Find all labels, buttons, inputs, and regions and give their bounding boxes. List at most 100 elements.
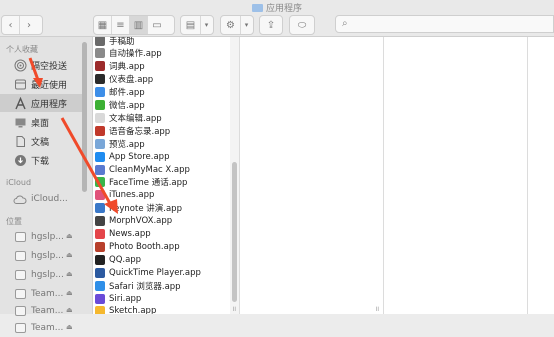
eject-icon[interactable]: ⏏	[66, 251, 73, 259]
toolbar: 应用程序 ‹ › ▦ ≡ ▥ ▭ ▤ ▾ ⚙ ▾ ⇪ ⬭ ⌕	[0, 0, 554, 37]
sidebar-item-documents[interactable]: 文稿	[0, 132, 82, 150]
share-button[interactable]: ⇪	[259, 15, 283, 35]
sidebar-item-label: Team...	[31, 306, 64, 316]
group-dropdown[interactable]: ▾	[201, 16, 212, 34]
action-button[interactable]: ⚙	[221, 16, 241, 34]
forward-button[interactable]: ›	[20, 16, 38, 34]
file-name: 预览.app	[109, 139, 145, 150]
eject-icon[interactable]: ⏏	[66, 323, 73, 331]
empty-column	[240, 37, 384, 314]
group-menu[interactable]: ▤ ▾	[180, 15, 214, 35]
search-field[interactable]: ⌕	[335, 15, 554, 33]
file-row[interactable]: 微信.app	[95, 99, 145, 112]
sidebar-item-desktop[interactable]: 桌面	[0, 113, 82, 131]
sidebar-scrollbar[interactable]	[82, 42, 87, 192]
sidebar-item-location[interactable]: Team... ⏏	[0, 302, 82, 320]
file-row[interactable]: Photo Booth.app	[95, 240, 180, 253]
file-row[interactable]: FaceTime 通话.app	[95, 176, 187, 189]
sidebar-item-icloud-drive[interactable]: iCloud...	[0, 190, 82, 208]
eject-icon[interactable]: ⏏	[66, 289, 73, 297]
file-row[interactable]: Siri.app	[95, 292, 141, 305]
back-button[interactable]: ‹	[2, 16, 20, 34]
column-resize-handle[interactable]: ॥	[232, 305, 236, 314]
chevron-down-icon: ▾	[204, 21, 209, 29]
applications-column: 手稿助自动操作.app 词典.app 仪表盘.app 邮件.app 微信.app 文本编辑…	[93, 37, 231, 314]
file-row[interactable]: News.app	[95, 228, 151, 241]
view-mode-switcher: ▦ ≡ ▥ ▭	[93, 15, 175, 35]
file-row[interactable]: QuickTime Player.app	[95, 266, 201, 279]
file-row[interactable]: 手稿助	[95, 37, 135, 47]
file-row[interactable]: 语音备忘录.app	[95, 124, 170, 137]
group-icon: ▤	[185, 19, 196, 31]
file-row[interactable]: 词典.app	[95, 60, 145, 73]
app-icon	[95, 241, 105, 252]
file-name: 自动操作.app	[109, 49, 162, 60]
file-row[interactable]: App Store.app	[95, 150, 169, 163]
sidebar-item-recents[interactable]: 最近使用	[0, 75, 82, 93]
file-row[interactable]: Keynote 讲演.app	[95, 202, 182, 215]
file-row[interactable]: 文本编辑.app	[95, 111, 162, 124]
app-icon	[95, 177, 105, 188]
eject-icon[interactable]: ⏏	[66, 270, 73, 278]
file-name: Keynote 讲演.app	[109, 204, 182, 215]
eject-icon[interactable]: ⏏	[66, 232, 73, 240]
chevron-right-icon: ›	[27, 19, 31, 31]
sidebar-item-label: Team...	[31, 289, 64, 299]
sidebar-item-location[interactable]: Team... ⏏	[0, 319, 82, 337]
file-row[interactable]: QQ.app	[95, 253, 141, 266]
app-icon	[95, 74, 105, 85]
sidebar-item-location[interactable]: hgslp... ⏏	[0, 228, 82, 246]
file-name: Sketch.app	[109, 306, 157, 314]
file-name: 词典.app	[109, 62, 145, 73]
list-view-button[interactable]: ≡	[112, 16, 130, 34]
column-view-button[interactable]: ▥	[130, 16, 148, 34]
tags-button[interactable]: ⬭	[289, 15, 315, 35]
file-name: iTunes.app	[109, 190, 155, 201]
column-scrollbar[interactable]: ॥	[230, 37, 240, 314]
file-row[interactable]: 自动操作.app	[95, 47, 162, 60]
sidebar-item-location[interactable]: Team... ⏏	[0, 285, 82, 303]
sidebar: 个人收藏 隔空投送 最近使用 应用程序 桌面 文稿 下载 iCloud iClo…	[0, 37, 93, 333]
file-row[interactable]: MorphVOX.app	[95, 215, 172, 228]
file-row[interactable]: 仪表盘.app	[95, 73, 153, 86]
sidebar-item-label: 桌面	[31, 118, 50, 129]
app-icon	[95, 254, 105, 265]
group-button[interactable]: ▤	[181, 16, 201, 34]
file-row[interactable]: iTunes.app	[95, 189, 154, 202]
file-row[interactable]: Safari 浏览器.app	[95, 279, 181, 292]
file-name: Siri.app	[109, 293, 142, 304]
drive-icon	[14, 251, 26, 261]
favorites-heading: 个人收藏	[6, 45, 38, 54]
icon-view-button[interactable]: ▦	[94, 16, 112, 34]
airdrop-icon	[13, 58, 27, 72]
action-dropdown[interactable]: ▾	[241, 16, 252, 34]
column-resize-handle[interactable]: ॥	[375, 305, 379, 314]
file-name: 语音备忘录.app	[109, 126, 171, 137]
file-row[interactable]: 邮件.app	[95, 86, 145, 99]
empty-column	[528, 37, 554, 314]
app-icon	[95, 48, 105, 59]
app-icon	[95, 87, 105, 98]
file-row[interactable]: CleanMyMac X.app	[95, 163, 190, 176]
sidebar-item-applications[interactable]: 应用程序	[0, 94, 82, 112]
search-input[interactable]	[352, 18, 551, 32]
sidebar-item-downloads[interactable]: 下载	[0, 151, 82, 169]
sidebar-item-label: iCloud...	[31, 194, 68, 204]
folder-icon	[251, 4, 263, 12]
app-icon	[95, 138, 105, 149]
sidebar-item-label: hgslp...	[31, 232, 64, 242]
file-name: 手稿助	[109, 37, 135, 47]
sidebar-item-airdrop[interactable]: 隔空投送	[0, 56, 82, 74]
locations-heading: 位置	[6, 217, 22, 226]
file-row[interactable]: 预览.app	[95, 137, 145, 150]
file-row[interactable]: Sketch.app	[95, 305, 156, 314]
scrollbar-thumb[interactable]	[232, 162, 237, 302]
sidebar-item-location[interactable]: hgslp... ⏏	[0, 266, 82, 284]
eject-icon[interactable]: ⏏	[66, 306, 73, 314]
sidebar-item-location[interactable]: hgslp... ⏏	[0, 247, 82, 265]
app-icon	[95, 280, 105, 291]
drive-icon	[14, 270, 26, 280]
gallery-view-button[interactable]: ▭	[148, 16, 166, 34]
app-icon	[95, 151, 105, 162]
action-menu[interactable]: ⚙ ▾	[220, 15, 254, 35]
